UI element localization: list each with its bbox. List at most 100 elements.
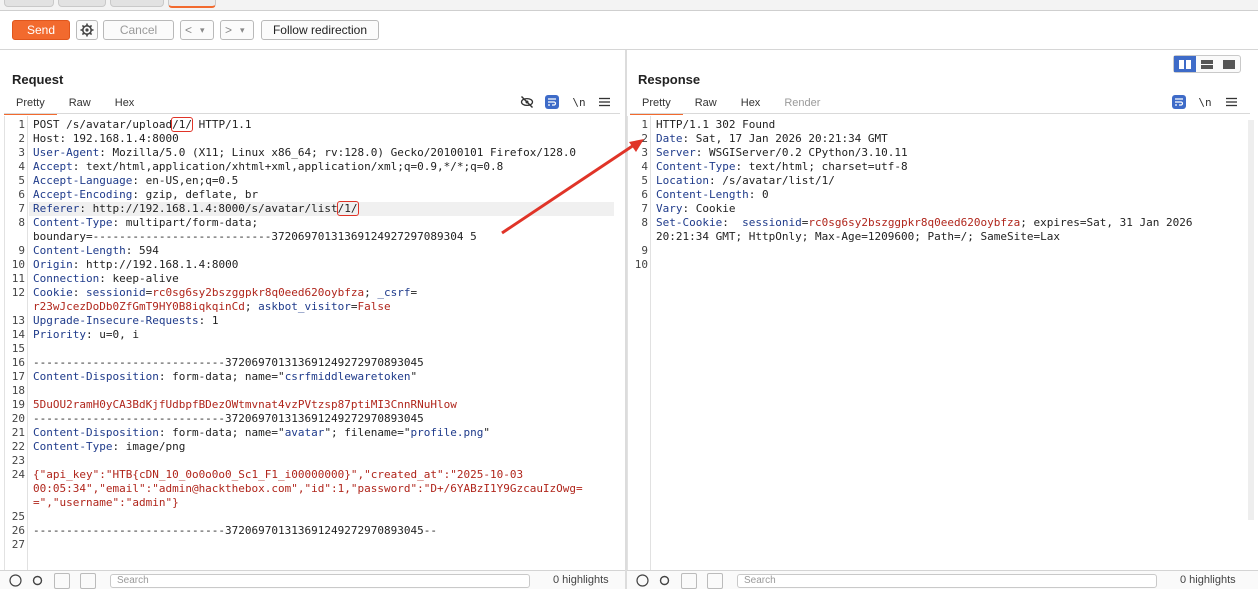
code-token: {"api_key":"HTB{cDN_10_0o0o0o0_Sc1_F1_i0… [33, 468, 524, 481]
code-token: : [722, 216, 743, 229]
code-token: 5DuOU2ramH0yCA3BdKjfUdbpfBDezOWtmvnat4vz… [33, 398, 457, 411]
top-tab-strip [0, 0, 1258, 11]
highlighted-path-segment: /1/ [171, 117, 193, 132]
split-horizontal-icon[interactable] [1174, 56, 1196, 72]
code-token: Referer [33, 202, 80, 215]
code-line: Content-Type: multipart/form-data; [33, 216, 258, 230]
code-token: Location [656, 174, 709, 187]
hamburger-icon[interactable] [1224, 95, 1238, 109]
code-token: : text/html; charset=utf-8 [735, 160, 908, 173]
line-number: 9 [641, 244, 648, 257]
code-token: POST /s/avatar/upload [33, 118, 173, 131]
line-number: 26 [11, 524, 25, 537]
scrollbar[interactable] [1248, 120, 1254, 520]
split-vertical-icon[interactable] [1196, 56, 1218, 72]
eye-off-icon[interactable] [520, 95, 534, 109]
chevron-left-icon[interactable] [681, 573, 697, 589]
code-token: Content-Length [656, 188, 749, 201]
send-button[interactable]: Send [12, 20, 70, 40]
chevron-right-icon[interactable] [707, 573, 723, 589]
chevron-right-icon: > [225, 23, 233, 37]
response-title: Response [638, 72, 701, 87]
forward-button[interactable]: > ▾ [220, 20, 254, 40]
search-input[interactable]: Search [110, 574, 530, 588]
top-tab[interactable] [4, 0, 54, 7]
newline-toggle[interactable]: \n [1198, 95, 1212, 109]
code-line: Content-Length: 0 [656, 188, 769, 202]
tab-raw[interactable]: Raw [683, 96, 729, 113]
help-icon[interactable] [635, 573, 649, 587]
code-line: {"api_key":"HTB{cDN_10_0o0o0o0_Sc1_F1_i0… [33, 468, 523, 482]
line-number: 10 [634, 258, 648, 271]
code-token: Accept [33, 160, 73, 173]
code-line: Content-Type: image/png [33, 440, 185, 454]
code-token: 00:05:34","email":"admin@hackthebox.com"… [33, 482, 583, 495]
code-token: =","username":"admin"} [33, 496, 179, 509]
code-token: Content-Type [33, 440, 113, 453]
code-token: Content-Length [33, 244, 126, 257]
code-token: boundary=---------------------------3720… [33, 230, 477, 243]
code-token: : http://192.168.1.4:8000/s/avatar/list [79, 202, 338, 215]
tab-hex[interactable]: Hex [729, 96, 773, 113]
code-token: : 594 [125, 244, 159, 257]
request-search-bar: Search 0 highlights [0, 570, 625, 589]
code-token: Content-Disposition [33, 426, 159, 439]
help-icon[interactable] [8, 573, 22, 587]
gear-icon[interactable] [30, 573, 44, 587]
code-token: " [483, 426, 491, 439]
line-number: 16 [11, 356, 25, 369]
code-token: avatar [284, 426, 325, 439]
code-token: Content-Type [656, 160, 736, 173]
response-editor[interactable]: 1 HTTP/1.1 302 Found 2 Date: Sat, 17 Jan 20… [627, 116, 1258, 571]
top-tab[interactable] [58, 0, 106, 7]
code-token: Vary [656, 202, 683, 215]
code-line: Vary: Cookie [656, 202, 735, 216]
settings-button[interactable] [76, 20, 98, 40]
code-token: " [410, 370, 418, 383]
line-number: 2 [641, 132, 648, 145]
code-token: : Sat, 17 Jan 2026 20:21:34 GMT [682, 132, 888, 145]
top-tab-active[interactable] [168, 0, 216, 8]
gear-icon[interactable] [657, 573, 671, 587]
code-token: "; filename=" [324, 426, 411, 439]
code-token: profile.png [410, 426, 484, 439]
back-button[interactable]: < ▾ [180, 20, 214, 40]
line-number: 22 [11, 440, 25, 453]
tab-raw[interactable]: Raw [57, 96, 103, 113]
cancel-button[interactable]: Cancel [103, 20, 174, 40]
code-token: : WSGIServer/0.2 CPython/3.10.11 [695, 146, 908, 159]
follow-redirection-button[interactable]: Follow redirection [261, 20, 379, 40]
line-number: 1 [641, 118, 648, 131]
request-editor[interactable]: 1 POST /s/avatar/upload/1/ HTTP/1.1 2 Host:… [4, 116, 625, 571]
code-token: : u=0, i [85, 328, 139, 341]
request-pane: Request Pretty Raw Hex \n 1 POST /s/avata… [0, 50, 625, 589]
code-token: : Mozilla/5.0 (X11; Linux x86_64; rv:128… [99, 146, 577, 159]
code-line: Set-Cookie: sessionid=rc0sg6sy2bszggpkr8… [656, 216, 1192, 230]
code-token: = [350, 300, 358, 313]
wrap-icon[interactable] [545, 95, 559, 109]
code-line: =","username":"admin"} [33, 496, 179, 510]
top-tab[interactable] [110, 0, 164, 7]
code-token: : multipart/form-data; [112, 216, 259, 229]
search-input[interactable]: Search [737, 574, 1157, 588]
line-number: 24 [11, 468, 25, 481]
code-token: ; expires=Sat, 31 Jan 2026 [1020, 216, 1193, 229]
code-token: Cookie [33, 286, 73, 299]
newline-toggle[interactable]: \n [572, 95, 586, 109]
tab-render[interactable]: Render [772, 96, 832, 113]
hamburger-icon[interactable] [597, 95, 611, 109]
wrap-icon[interactable] [1172, 95, 1186, 109]
code-line: Referer: http://192.168.1.4:8000/s/avata… [33, 201, 359, 216]
chevron-left-icon[interactable] [54, 573, 70, 589]
chevron-right-icon[interactable] [80, 573, 96, 589]
line-number: 12 [11, 286, 25, 299]
code-line: Content-Disposition: form-data; name="av… [33, 426, 490, 440]
tabbed-view-icon[interactable] [1218, 56, 1240, 72]
tab-hex[interactable]: Hex [103, 96, 147, 113]
line-number: 13 [11, 314, 25, 327]
highlighted-path-segment: /1/ [336, 201, 359, 216]
code-line: -----------------------------37206970131… [33, 356, 424, 370]
code-token: Priority [33, 328, 86, 341]
code-token: HTTP/1.1 [191, 118, 252, 131]
code-token: False [357, 300, 391, 313]
